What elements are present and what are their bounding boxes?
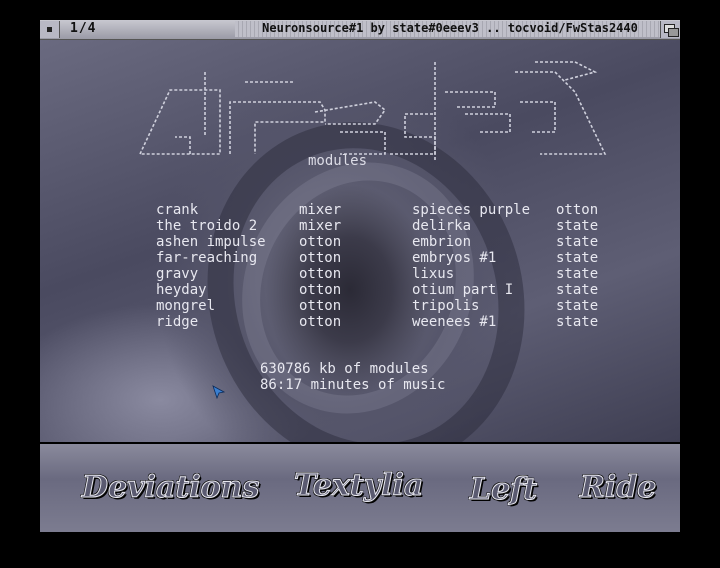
window-titlebar[interactable]: 1/4 Neuronsource#1 by state#0eeev3 .. to… bbox=[40, 20, 680, 40]
ascii-logo bbox=[135, 52, 625, 173]
list-item[interactable]: mongrel otton tripolis state bbox=[156, 298, 616, 314]
list-item[interactable]: far-reaching otton embryos #1 state bbox=[156, 250, 616, 266]
bottom-nav: Deviations Textylia Left Ride bbox=[40, 444, 680, 532]
ascii-logo-art bbox=[139, 61, 607, 173]
list-item[interactable]: ashen impulse otton embrion state bbox=[156, 234, 616, 250]
stats-duration: 86:17 minutes of music bbox=[260, 377, 446, 393]
mouse-pointer-icon bbox=[212, 385, 226, 399]
depth-gadget-icon[interactable] bbox=[660, 21, 680, 38]
left-button[interactable]: Left bbox=[470, 472, 538, 508]
module-list: crank mixer spieces purple otton the troido… bbox=[156, 202, 616, 330]
deviations-button[interactable]: Deviations bbox=[81, 470, 259, 506]
stats-block: 630786 kb of modules 86:17 minutes of mu… bbox=[260, 361, 445, 393]
modules-heading: modules bbox=[308, 153, 368, 169]
list-item[interactable]: ridge otton weenees #1 state bbox=[156, 314, 616, 330]
window-title: Neuronsource#1 by state#0eeev3 .. tocvoi… bbox=[235, 21, 665, 37]
list-item[interactable]: gravy otton lixus state bbox=[156, 266, 616, 282]
content-area: modules crank mixer spieces purple otton th… bbox=[40, 40, 680, 442]
close-gadget-icon[interactable] bbox=[40, 21, 60, 38]
page-indicator: 1/4 bbox=[70, 21, 97, 36]
list-item[interactable]: heyday otton otium part Istate bbox=[156, 282, 616, 298]
ride-button[interactable]: Ride bbox=[579, 470, 656, 506]
list-item[interactable]: crank mixer spieces purple otton bbox=[156, 202, 616, 218]
textylia-button[interactable]: Textylia bbox=[293, 468, 423, 504]
stats-size: 630786 kb of modules bbox=[260, 361, 429, 377]
list-item[interactable]: the troido 2 mixer delirka state bbox=[156, 218, 616, 234]
